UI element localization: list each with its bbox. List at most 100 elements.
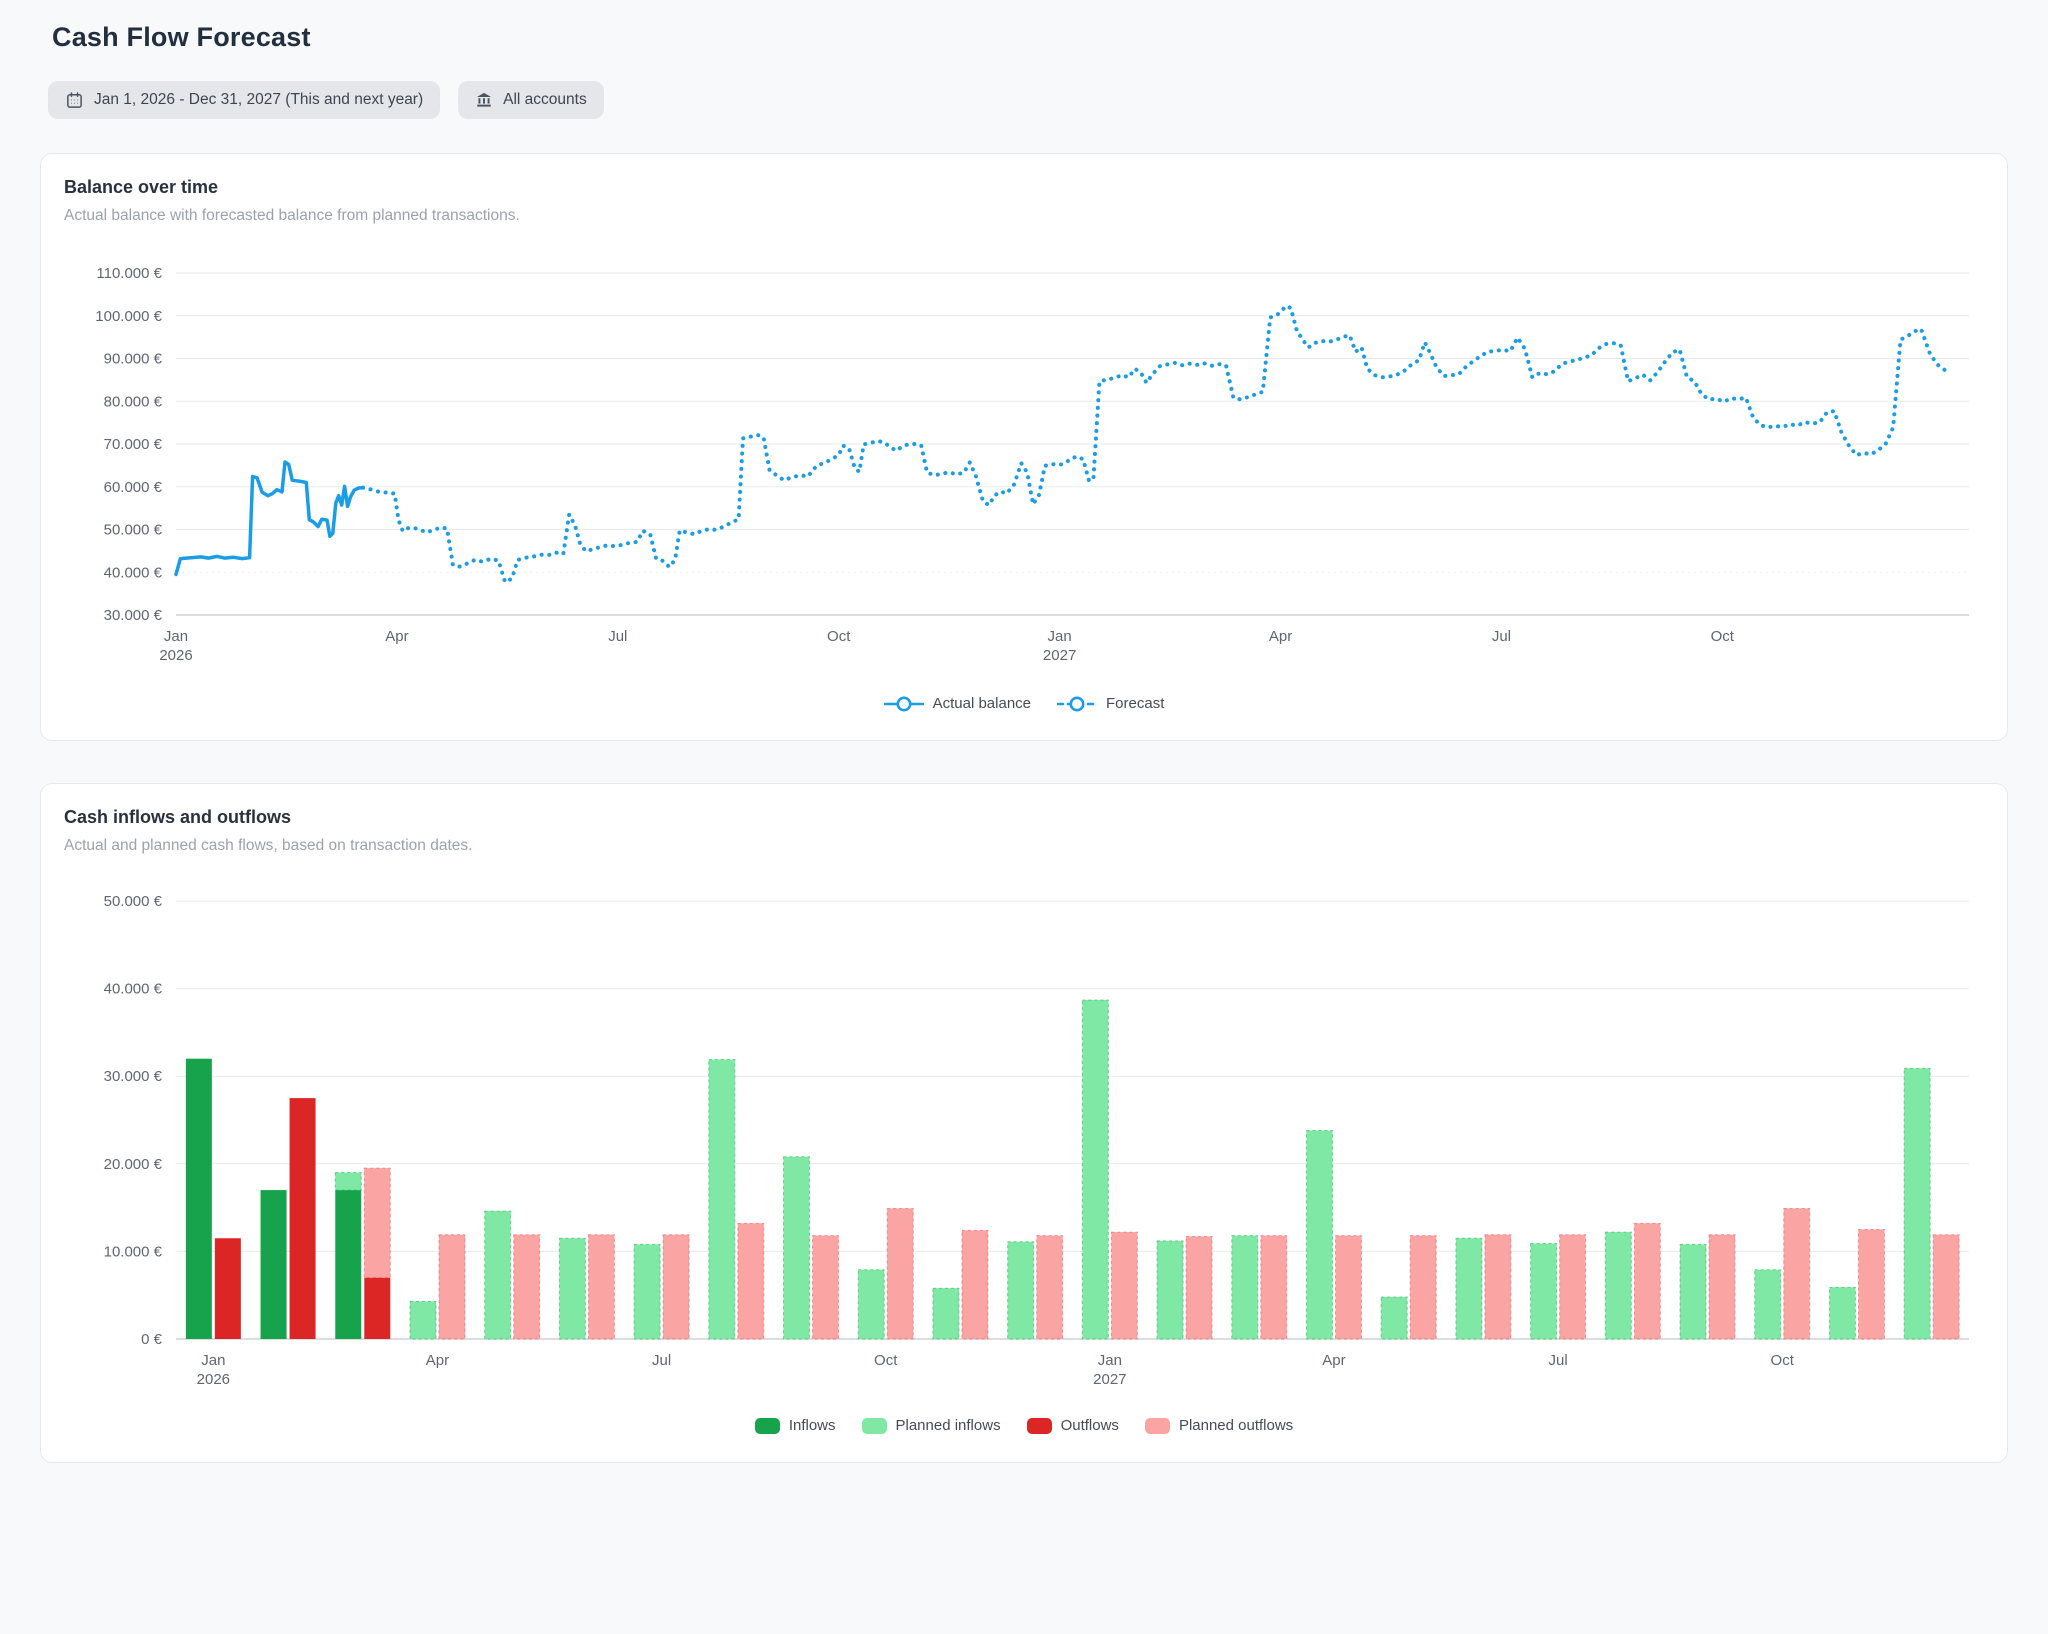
- planned-inflow-bar[interactable]: [1903, 1067, 1931, 1340]
- planned-outflow-bar[interactable]: [1783, 1207, 1811, 1340]
- legend-item-planned-inflows[interactable]: Planned inflows: [861, 1417, 1001, 1434]
- y-axis-tick-label: 90.000 €: [104, 351, 163, 368]
- planned-inflow-bar[interactable]: [1305, 1130, 1333, 1340]
- planned-outflow-bar[interactable]: [662, 1234, 690, 1340]
- x-axis-tick-label: Jul: [1549, 1352, 1568, 1369]
- outflow-bar[interactable]: [364, 1277, 391, 1339]
- y-axis-tick-label: 40.000 €: [104, 981, 163, 998]
- planned-inflow-bar[interactable]: [558, 1237, 586, 1340]
- planned-inflows-chip-icon: [861, 1417, 887, 1434]
- planned-outflows-chip-icon: [1144, 1417, 1170, 1434]
- date-range-filter-button[interactable]: Jan 1, 2026 - Dec 31, 2027 (This and nex…: [48, 81, 441, 119]
- planned-inflow-bar[interactable]: [932, 1287, 960, 1340]
- planned-outflow-bar[interactable]: [363, 1167, 391, 1279]
- planned-outflow-bar[interactable]: [886, 1207, 914, 1340]
- planned-outflow-bar[interactable]: [587, 1234, 615, 1340]
- planned-inflow-bar[interactable]: [1007, 1241, 1035, 1340]
- legend-item-planned-outflows[interactable]: Planned outflows: [1144, 1417, 1294, 1434]
- planned-inflow-bar[interactable]: [1679, 1243, 1707, 1340]
- inflow-bar[interactable]: [185, 1058, 212, 1339]
- cashflow-card-title: Cash inflows and outflows: [64, 807, 292, 827]
- planned-inflow-bar[interactable]: [1455, 1237, 1483, 1340]
- planned-outflow-bar[interactable]: [1409, 1235, 1437, 1340]
- planned-inflow-bar[interactable]: [1156, 1240, 1184, 1340]
- x-axis-tick-label: Oct: [827, 628, 851, 645]
- balance-over-time-card: Balance over time Actual balance with fo…: [40, 153, 2008, 741]
- x-axis-tick-label: Jan: [201, 1352, 225, 1369]
- outflow-bar[interactable]: [289, 1098, 316, 1339]
- actual-balance-line: [174, 460, 365, 577]
- x-axis-tick-label: Jul: [1492, 628, 1511, 645]
- y-axis-tick-label: 30.000 €: [104, 1068, 163, 1085]
- x-axis-tick-label: Oct: [874, 1352, 898, 1369]
- planned-outflow-bar[interactable]: [1633, 1222, 1661, 1340]
- planned-inflow-bar[interactable]: [857, 1269, 885, 1340]
- planned-inflow-bar[interactable]: [334, 1172, 362, 1191]
- planned-outflow-bar[interactable]: [1484, 1234, 1512, 1340]
- planned-outflow-bar[interactable]: [1260, 1235, 1288, 1340]
- y-axis-tick-label: 80.000 €: [104, 393, 163, 410]
- planned-inflow-bar[interactable]: [409, 1300, 437, 1340]
- legend-label: Forecast: [1106, 695, 1165, 712]
- x-axis-tick-label: Oct: [1711, 628, 1735, 645]
- planned-inflow-bar[interactable]: [1530, 1243, 1558, 1340]
- x-axis-tick-year-label: 2026: [159, 647, 192, 664]
- legend-label: Actual balance: [932, 695, 1032, 712]
- calendar-icon: [65, 91, 84, 110]
- inflow-bar[interactable]: [335, 1190, 362, 1339]
- planned-inflow-bar[interactable]: [633, 1243, 661, 1340]
- planned-inflow-bar[interactable]: [1604, 1231, 1632, 1340]
- accounts-filter-button[interactable]: All accounts: [458, 81, 604, 119]
- y-axis-tick-label: 30.000 €: [104, 607, 163, 624]
- planned-outflow-bar[interactable]: [1857, 1229, 1885, 1340]
- outflows-chip-icon: [1026, 1417, 1052, 1434]
- cash-inflows-outflows-card: Cash inflows and outflows Actual and pla…: [40, 783, 2008, 1463]
- y-axis-tick-label: 70.000 €: [104, 436, 163, 453]
- planned-inflow-bar[interactable]: [1231, 1235, 1259, 1340]
- legend-item-actual-balance[interactable]: Actual balance: [883, 695, 1032, 712]
- planned-outflow-bar[interactable]: [513, 1234, 541, 1340]
- balance-card-subtitle: Actual balance with forecasted balance f…: [64, 207, 520, 224]
- planned-inflow-bar[interactable]: [484, 1210, 512, 1340]
- legend-item-outflows[interactable]: Outflows: [1026, 1417, 1119, 1434]
- outflow-bar[interactable]: [214, 1238, 241, 1339]
- legend-item-forecast[interactable]: Forecast: [1057, 695, 1164, 712]
- planned-inflow-bar[interactable]: [708, 1059, 736, 1340]
- legend-label: Planned outflows: [1178, 1417, 1294, 1434]
- planned-inflow-bar[interactable]: [1828, 1286, 1856, 1340]
- y-axis-tick-label: 0 €: [141, 1331, 163, 1348]
- x-axis-tick-label: Jan: [1048, 628, 1072, 645]
- accounts-label: All accounts: [503, 91, 587, 108]
- x-axis-tick-year-label: 2026: [197, 1371, 230, 1388]
- planned-outflow-bar[interactable]: [1932, 1234, 1960, 1340]
- balance-legend: Actual balance Forecast: [64, 695, 1984, 712]
- legend-label: Planned inflows: [895, 1417, 1001, 1434]
- x-axis-tick-label: Apr: [385, 628, 408, 645]
- planned-outflow-bar[interactable]: [438, 1234, 466, 1340]
- y-axis-tick-label: 40.000 €: [104, 564, 163, 581]
- planned-outflow-bar[interactable]: [1559, 1234, 1587, 1340]
- planned-outflow-bar[interactable]: [737, 1222, 765, 1340]
- cashflow-bar-chart: 50.000 € 40.000 € 30.000 € 20.000 € 10.000 €…: [104, 893, 1969, 1388]
- planned-outflow-bar[interactable]: [812, 1235, 840, 1340]
- planned-outflow-bar[interactable]: [1110, 1231, 1138, 1340]
- x-axis-tick-label: Apr: [1322, 1352, 1345, 1369]
- planned-outflow-bar[interactable]: [1708, 1234, 1736, 1340]
- x-axis-tick-label: Jul: [652, 1352, 671, 1369]
- date-range-label: Jan 1, 2026 - Dec 31, 2027 (This and nex…: [94, 91, 424, 108]
- x-axis-tick-label: Jan: [164, 628, 188, 645]
- planned-outflow-bar[interactable]: [1334, 1235, 1362, 1340]
- legend-label: Inflows: [788, 1417, 836, 1434]
- legend-item-inflows[interactable]: Inflows: [754, 1417, 836, 1434]
- planned-inflow-bar[interactable]: [1081, 999, 1109, 1340]
- planned-inflow-bar[interactable]: [1380, 1296, 1408, 1340]
- filter-bar: Jan 1, 2026 - Dec 31, 2027 (This and nex…: [48, 81, 2008, 119]
- planned-inflow-bar[interactable]: [783, 1156, 811, 1340]
- planned-outflow-bar[interactable]: [1036, 1235, 1064, 1340]
- inflow-bar[interactable]: [260, 1190, 287, 1339]
- planned-outflow-bar[interactable]: [1185, 1236, 1213, 1340]
- y-axis-tick-label: 60.000 €: [104, 479, 163, 496]
- planned-inflow-bar[interactable]: [1754, 1269, 1782, 1340]
- inflows-chip-icon: [754, 1417, 780, 1434]
- planned-outflow-bar[interactable]: [961, 1229, 989, 1340]
